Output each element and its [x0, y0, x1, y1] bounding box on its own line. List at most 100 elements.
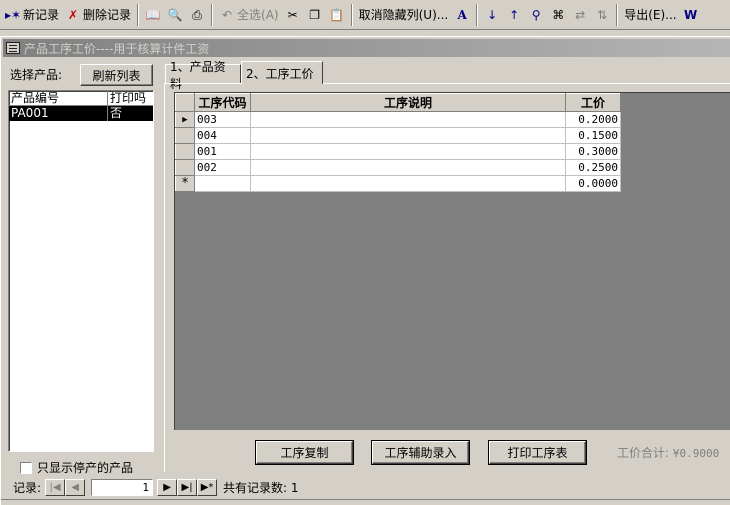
price-total-label: 工价合计: [617, 446, 670, 460]
cell-process-code[interactable]: 001 [194, 143, 251, 160]
toolbar-separator [616, 3, 619, 26]
cut-button[interactable]: ✂ [282, 3, 304, 27]
toolbar-separator [137, 3, 140, 26]
process-table: 工序代码 工序说明 工价 ▶ 003 0.2000 004 0.1500 001… [175, 93, 621, 192]
word-button[interactable]: W [680, 3, 702, 27]
find-button[interactable]: ⌘ [547, 3, 569, 27]
replace-button[interactable]: ⇄ [569, 3, 591, 27]
column-header-process-desc[interactable]: 工序说明 [250, 93, 566, 112]
product-list-header: 产品编号 打印吗 [9, 91, 153, 106]
print-preview-button[interactable]: 🔍 [164, 3, 186, 27]
cell-price[interactable]: 0.3000 [565, 143, 621, 160]
cell-process-desc[interactable] [250, 111, 566, 128]
cell-process-code[interactable] [194, 175, 251, 192]
cell-process-desc[interactable] [250, 143, 566, 160]
undo-button[interactable]: ↶ 全选(A) [216, 3, 282, 27]
price-total: 工价合计: ¥0.9000 [617, 444, 719, 461]
toolbar-separator [476, 3, 479, 26]
row-selector-header[interactable] [175, 93, 195, 112]
list-item[interactable]: PA001 否 [9, 106, 153, 121]
product-print: 否 [110, 106, 123, 120]
new-record-button[interactable]: ▸✶ 新记录 [2, 3, 62, 27]
table-row-new[interactable]: * 0.0000 [175, 175, 621, 192]
last-record-icon: ▶| [181, 481, 193, 493]
last-record-button[interactable]: ▶| [177, 478, 198, 496]
window-title: 产品工序工价----用于核算计件工资 [24, 41, 210, 56]
print-button[interactable]: ⎙ [186, 3, 208, 27]
cell-price[interactable]: 0.2500 [565, 159, 621, 176]
word-icon: W [683, 7, 698, 22]
cell-price[interactable]: 0.2000 [565, 111, 621, 128]
copy-button[interactable]: ❐ [304, 3, 326, 27]
process-datasheet[interactable]: 工序代码 工序说明 工价 ▶ 003 0.2000 004 0.1500 001… [174, 92, 730, 430]
tab-product-info[interactable]: 1、产品资料 [165, 60, 241, 91]
cell-process-desc[interactable] [250, 159, 566, 176]
record-navigator: 记录: |◀ ◀ 1 ▶ ▶| ▶* 共有记录数: 1 [1, 477, 730, 497]
sort-descending-button[interactable]: ↑ [503, 3, 525, 27]
new-record-nav-button[interactable]: ▶* [197, 478, 218, 496]
open-button[interactable]: 📖 [142, 3, 164, 27]
record-label: 记录: [13, 480, 42, 495]
row-selector[interactable] [175, 159, 195, 176]
form-icon [6, 42, 20, 54]
product-list[interactable]: 产品编号 打印吗 PA001 否 [8, 90, 154, 452]
copy-process-button[interactable]: 工序复制 [256, 441, 353, 464]
column-header-product-code[interactable]: 产品编号 [9, 91, 108, 105]
first-record-icon: |◀ [49, 481, 61, 493]
record-number-input[interactable]: 1 [91, 478, 154, 496]
print-process-button[interactable]: 打印工序表 [489, 441, 586, 464]
export-button[interactable]: 导出(E)... [621, 3, 679, 27]
column-header-process-code[interactable]: 工序代码 [194, 93, 251, 112]
cell-process-desc[interactable] [250, 175, 566, 192]
cell-process-code[interactable]: 004 [194, 127, 251, 144]
next-record-icon: ▶ [163, 481, 171, 493]
font-icon: A [457, 7, 467, 22]
first-record-button[interactable]: |◀ [45, 478, 66, 496]
cell-process-desc[interactable] [250, 127, 566, 144]
toolbar: ▸✶ 新记录 ✗ 删除记录 📖 🔍 ⎙ ↶ 全选(A) ✂ ❐ 📋 取消隐藏列(… [0, 0, 730, 30]
unhide-columns-button[interactable]: 取消隐藏列(U)... [356, 3, 452, 27]
tab-process-price[interactable]: 2、工序工价 [241, 61, 323, 84]
cell-process-code[interactable]: 003 [194, 111, 251, 128]
assist-entry-button[interactable]: 工序辅助录入 [372, 441, 469, 464]
cell-process-code[interactable]: 002 [194, 159, 251, 176]
checkbox-box[interactable] [20, 461, 32, 474]
sort-descending-icon: ↑ [509, 7, 520, 22]
cell-price[interactable]: 0.0000 [565, 175, 621, 192]
table-row[interactable]: ▶ 003 0.2000 [175, 111, 621, 128]
table-row[interactable]: 002 0.2500 [175, 159, 621, 176]
table-row[interactable]: 004 0.1500 [175, 127, 621, 144]
row-selector[interactable] [175, 127, 195, 144]
column-header-print[interactable]: 打印吗 [108, 91, 146, 105]
print-preview-icon: 🔍 [167, 7, 183, 22]
delete-record-icon: ✗ [67, 7, 79, 22]
prev-record-button[interactable]: ◀ [65, 478, 86, 496]
row-selector[interactable] [175, 143, 195, 160]
status-strip [1, 499, 730, 505]
column-header-price[interactable]: 工价 [565, 93, 621, 112]
stopped-only-checkbox[interactable]: 只显示停产的产品 [20, 459, 133, 476]
sort-ascending-button[interactable]: ↓ [481, 3, 503, 27]
next-record-button[interactable]: ▶ [157, 478, 178, 496]
goto-icon: ⇅ [597, 7, 608, 22]
delete-record-button[interactable]: ✗ 删除记录 [62, 3, 134, 27]
refresh-list-button[interactable]: 刷新列表 [80, 64, 153, 86]
book-icon: 📖 [145, 7, 161, 22]
copy-icon: ❐ [309, 7, 320, 22]
new-record-marker[interactable]: * [175, 175, 195, 192]
paste-button[interactable]: 📋 [326, 3, 348, 27]
window-titlebar[interactable]: 产品工序工价----用于核算计件工资 [3, 39, 730, 57]
scissors-icon: ✂ [287, 7, 298, 22]
new-record-icon: ▸✶ [5, 7, 22, 22]
new-record-nav-icon: ▶* [200, 481, 214, 493]
font-button[interactable]: A [451, 3, 473, 27]
goto-button[interactable]: ⇅ [591, 3, 613, 27]
price-total-value: ¥0.9000 [672, 447, 720, 460]
row-selector-current[interactable]: ▶ [175, 111, 195, 128]
filter-button[interactable]: ⚲ [525, 3, 547, 27]
binoculars-icon: ⌘ [552, 7, 565, 22]
record-count: 共有记录数: 1 [223, 480, 299, 495]
cell-price[interactable]: 0.1500 [565, 127, 621, 144]
form-window: 产品工序工价----用于核算计件工资 选择产品: 刷新列表 产品编号 打印吗 P… [0, 36, 730, 505]
table-row[interactable]: 001 0.3000 [175, 143, 621, 160]
